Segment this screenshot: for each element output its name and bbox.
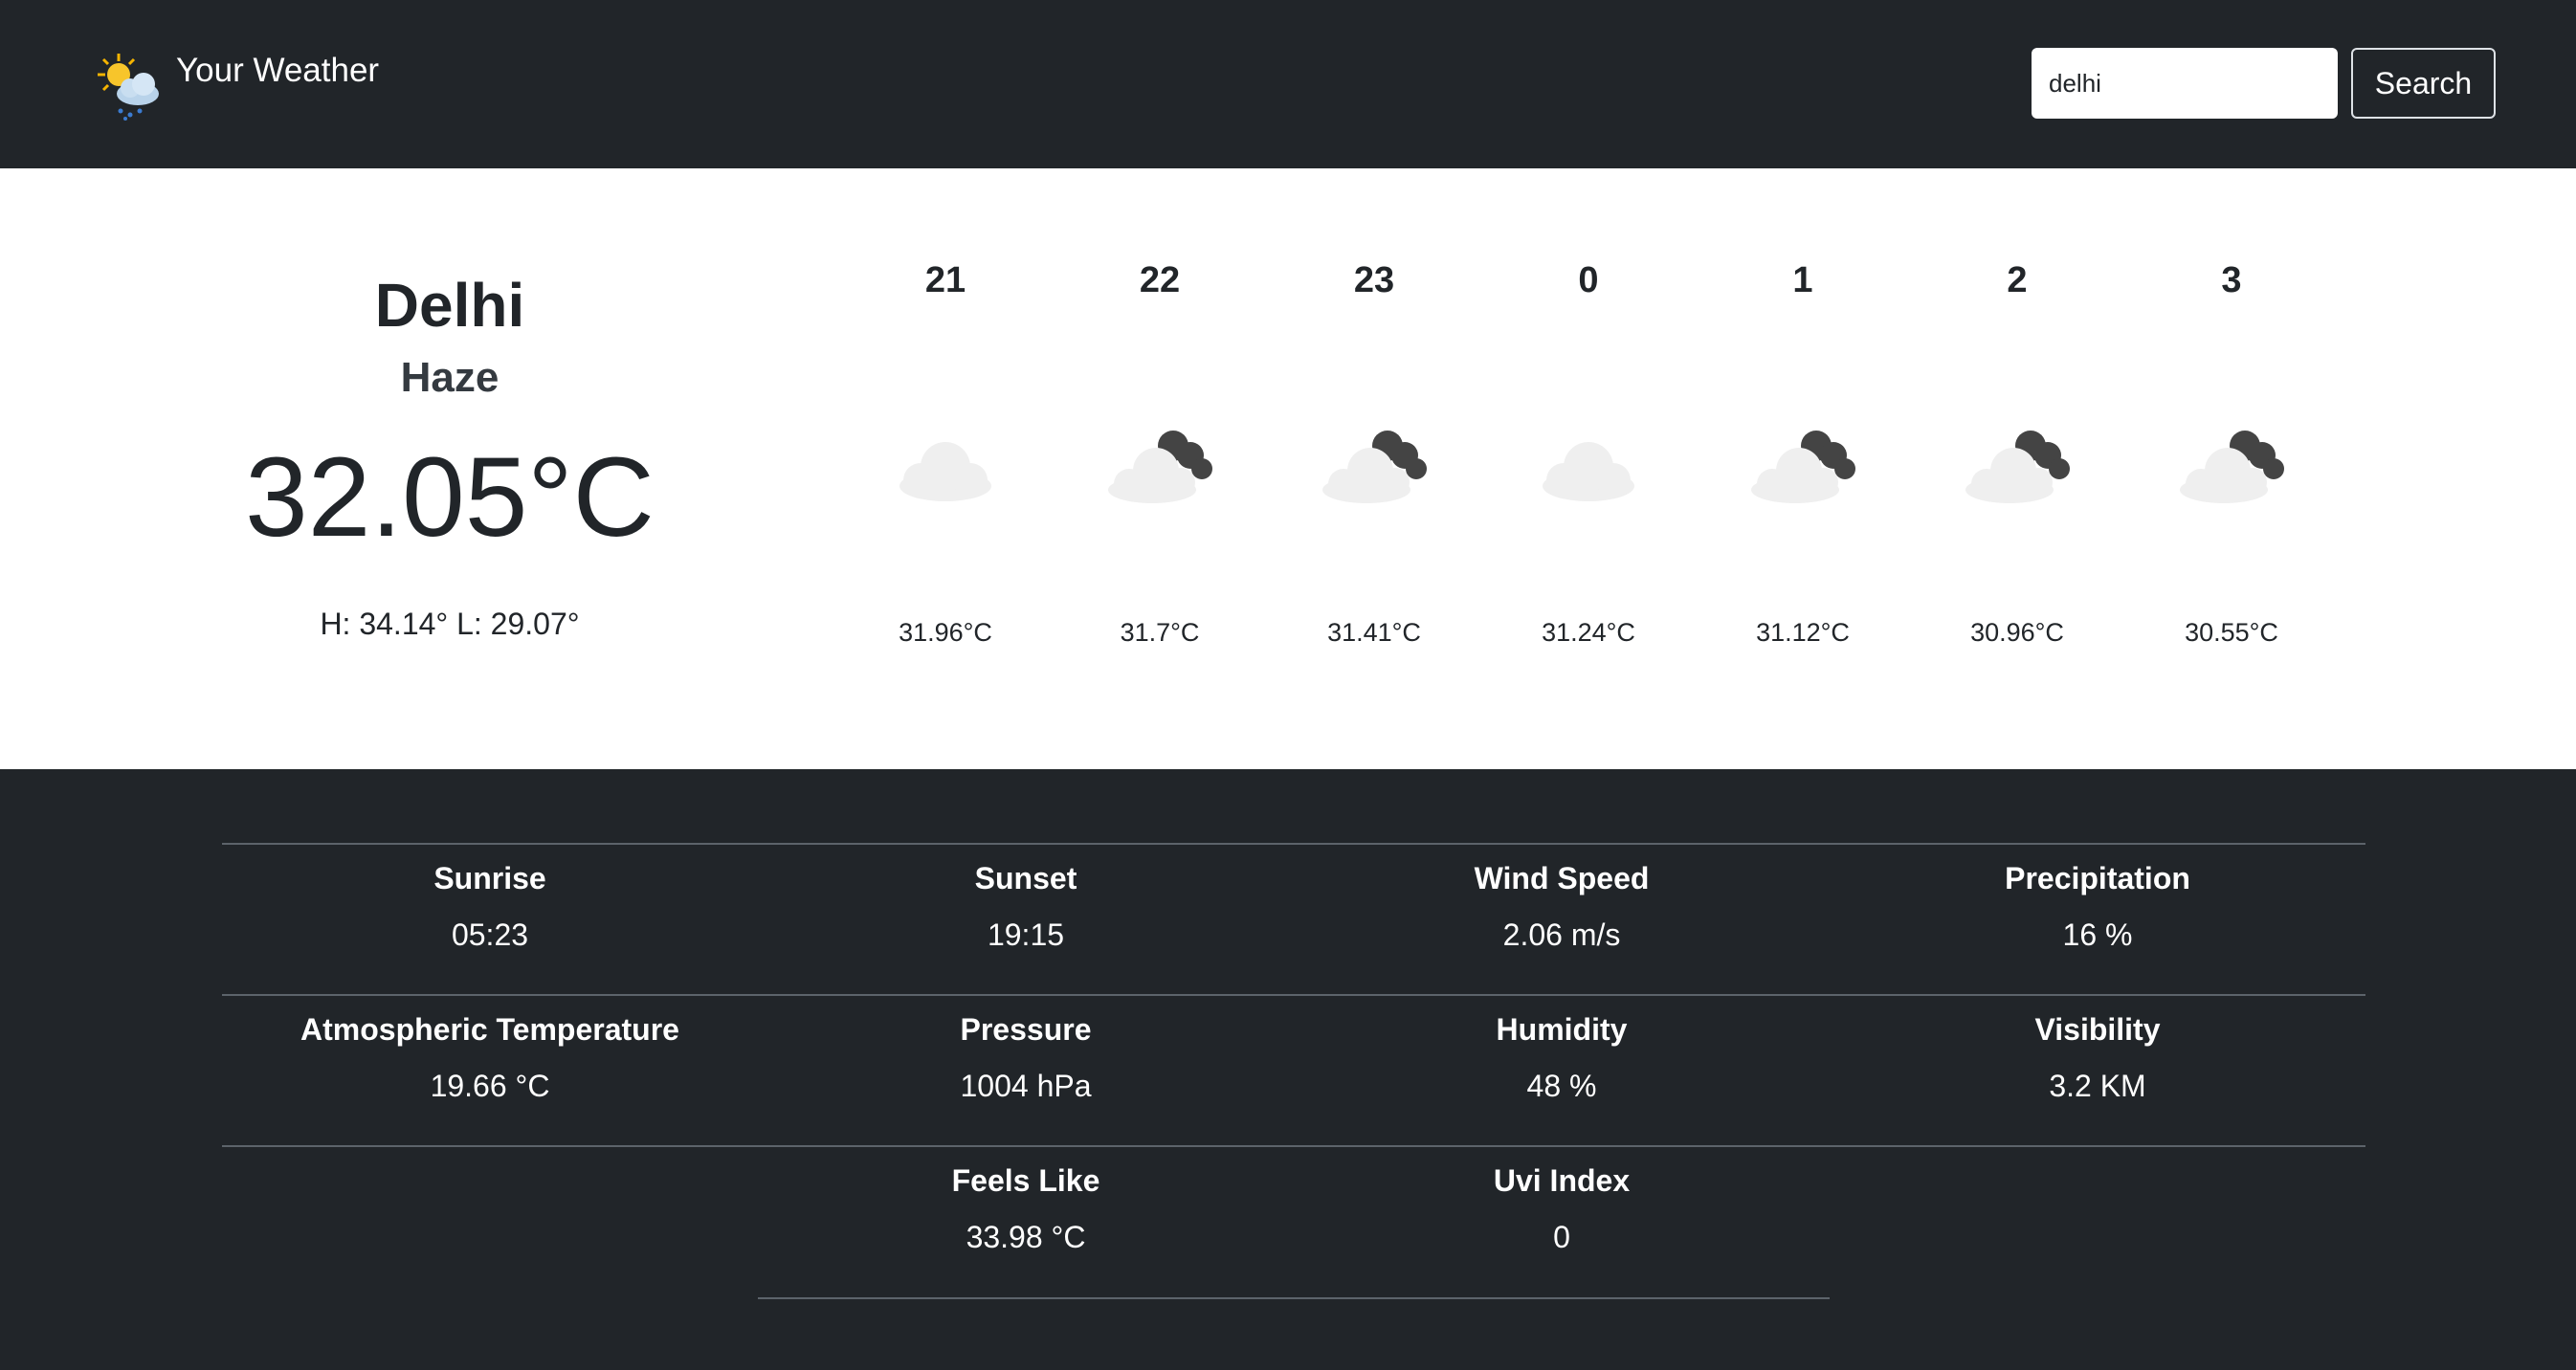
detail-label: Feels Like: [951, 1163, 1100, 1198]
table-divider: [222, 994, 2365, 996]
detail-value: 1004 hPa: [960, 1069, 1092, 1103]
night-cloudy-icon: [1108, 431, 1212, 503]
detail-label: Precipitation: [2005, 861, 2190, 895]
detail-label: Humidity: [1496, 1012, 1628, 1047]
brand-title: Your Weather: [176, 52, 380, 89]
navbar: Your Weather Search: [0, 0, 2576, 168]
forecast-hour: 23: [1353, 260, 1395, 300]
weather-main: Delhi Haze 32.05°C H: 34.14° L: 29.07° 2…: [0, 168, 2576, 769]
detail-value: 05:23: [451, 917, 529, 952]
detail-precipitation: Precipitation 16 %: [1830, 861, 2365, 953]
forecast-temperature: 31.7°C: [1120, 618, 1200, 647]
search-form: Search: [2032, 48, 2496, 119]
cloud-icon: [1543, 442, 1634, 501]
detail-value: 33.98 °C: [966, 1220, 1086, 1254]
detail-wind-speed: Wind Speed 2.06 m/s: [1294, 861, 1830, 953]
detail-sunset: Sunset 19:15: [758, 861, 1294, 953]
detail-value: 19:15: [987, 917, 1065, 952]
forecast-temperature: 30.55°C: [2185, 618, 2278, 647]
detail-label: Uvi Index: [1493, 1163, 1631, 1198]
forecast-temperature: 31.24°C: [1542, 618, 1635, 647]
night-cloudy-icon: [2180, 431, 2284, 503]
detail-value: 48 %: [1526, 1069, 1597, 1103]
detail-label: Sunrise: [433, 861, 546, 895]
forecast-hour: 22: [1139, 260, 1181, 300]
detail-value: 0: [1553, 1220, 1570, 1254]
table-divider: [222, 843, 2365, 845]
night-cloudy-icon: [1751, 431, 1855, 503]
weather-condition: Haze: [400, 354, 500, 401]
detail-sunrise: Sunrise 05:23: [222, 861, 758, 953]
weather-details: Sunrise 05:23 Sunset 19:15 Wind Speed 2.…: [0, 769, 2576, 1370]
forecast-hour: 1: [1792, 260, 1813, 300]
detail-label: Visibility: [2034, 1012, 2161, 1047]
forecast-hour: 21: [924, 260, 966, 300]
table-divider: [758, 1297, 1830, 1299]
night-cloudy-icon: [1322, 431, 1427, 503]
search-button[interactable]: Search: [2351, 48, 2496, 119]
table-divider: [222, 1145, 2365, 1147]
detail-label: Sunset: [974, 861, 1077, 895]
detail-value: 19.66 °C: [430, 1069, 550, 1103]
detail-atmospheric-temperature: Atmospheric Temperature 19.66 °C: [222, 1012, 758, 1104]
high-low-temperature: H: 34.14° L: 29.07°: [320, 607, 580, 641]
weather-logo-icon: [98, 54, 159, 121]
search-input[interactable]: [2032, 48, 2338, 119]
night-cloudy-icon: [1965, 431, 2070, 503]
detail-pressure: Pressure 1004 hPa: [758, 1012, 1294, 1104]
forecast-temperature: 31.41°C: [1327, 618, 1421, 647]
detail-label: Pressure: [960, 1012, 1092, 1047]
forecast-temperature: 31.12°C: [1756, 618, 1850, 647]
forecast-temperature: 31.96°C: [899, 618, 992, 647]
detail-feels-like: Feels Like 33.98 °C: [758, 1163, 1294, 1255]
current-temperature: 32.05°C: [245, 434, 655, 561]
detail-label: Atmospheric Temperature: [300, 1012, 679, 1047]
detail-humidity: Humidity 48 %: [1294, 1012, 1830, 1104]
detail-visibility: Visibility 3.2 KM: [1830, 1012, 2365, 1104]
detail-uvi-index: Uvi Index 0: [1294, 1163, 1830, 1255]
forecast-hour: 0: [1578, 260, 1599, 300]
detail-value: 3.2 KM: [2049, 1069, 2146, 1103]
forecast-temperature: 30.96°C: [1970, 618, 2064, 647]
detail-label: Wind Speed: [1474, 861, 1650, 895]
detail-value: 2.06 m/s: [1502, 917, 1621, 952]
detail-value: 16 %: [2062, 917, 2133, 952]
city-name: Delhi: [374, 271, 525, 340]
brand[interactable]: Your Weather: [96, 48, 379, 122]
forecast-hour: 2: [2007, 260, 2028, 300]
forecast-hour: 3: [2221, 260, 2242, 300]
cloud-icon: [899, 442, 991, 501]
